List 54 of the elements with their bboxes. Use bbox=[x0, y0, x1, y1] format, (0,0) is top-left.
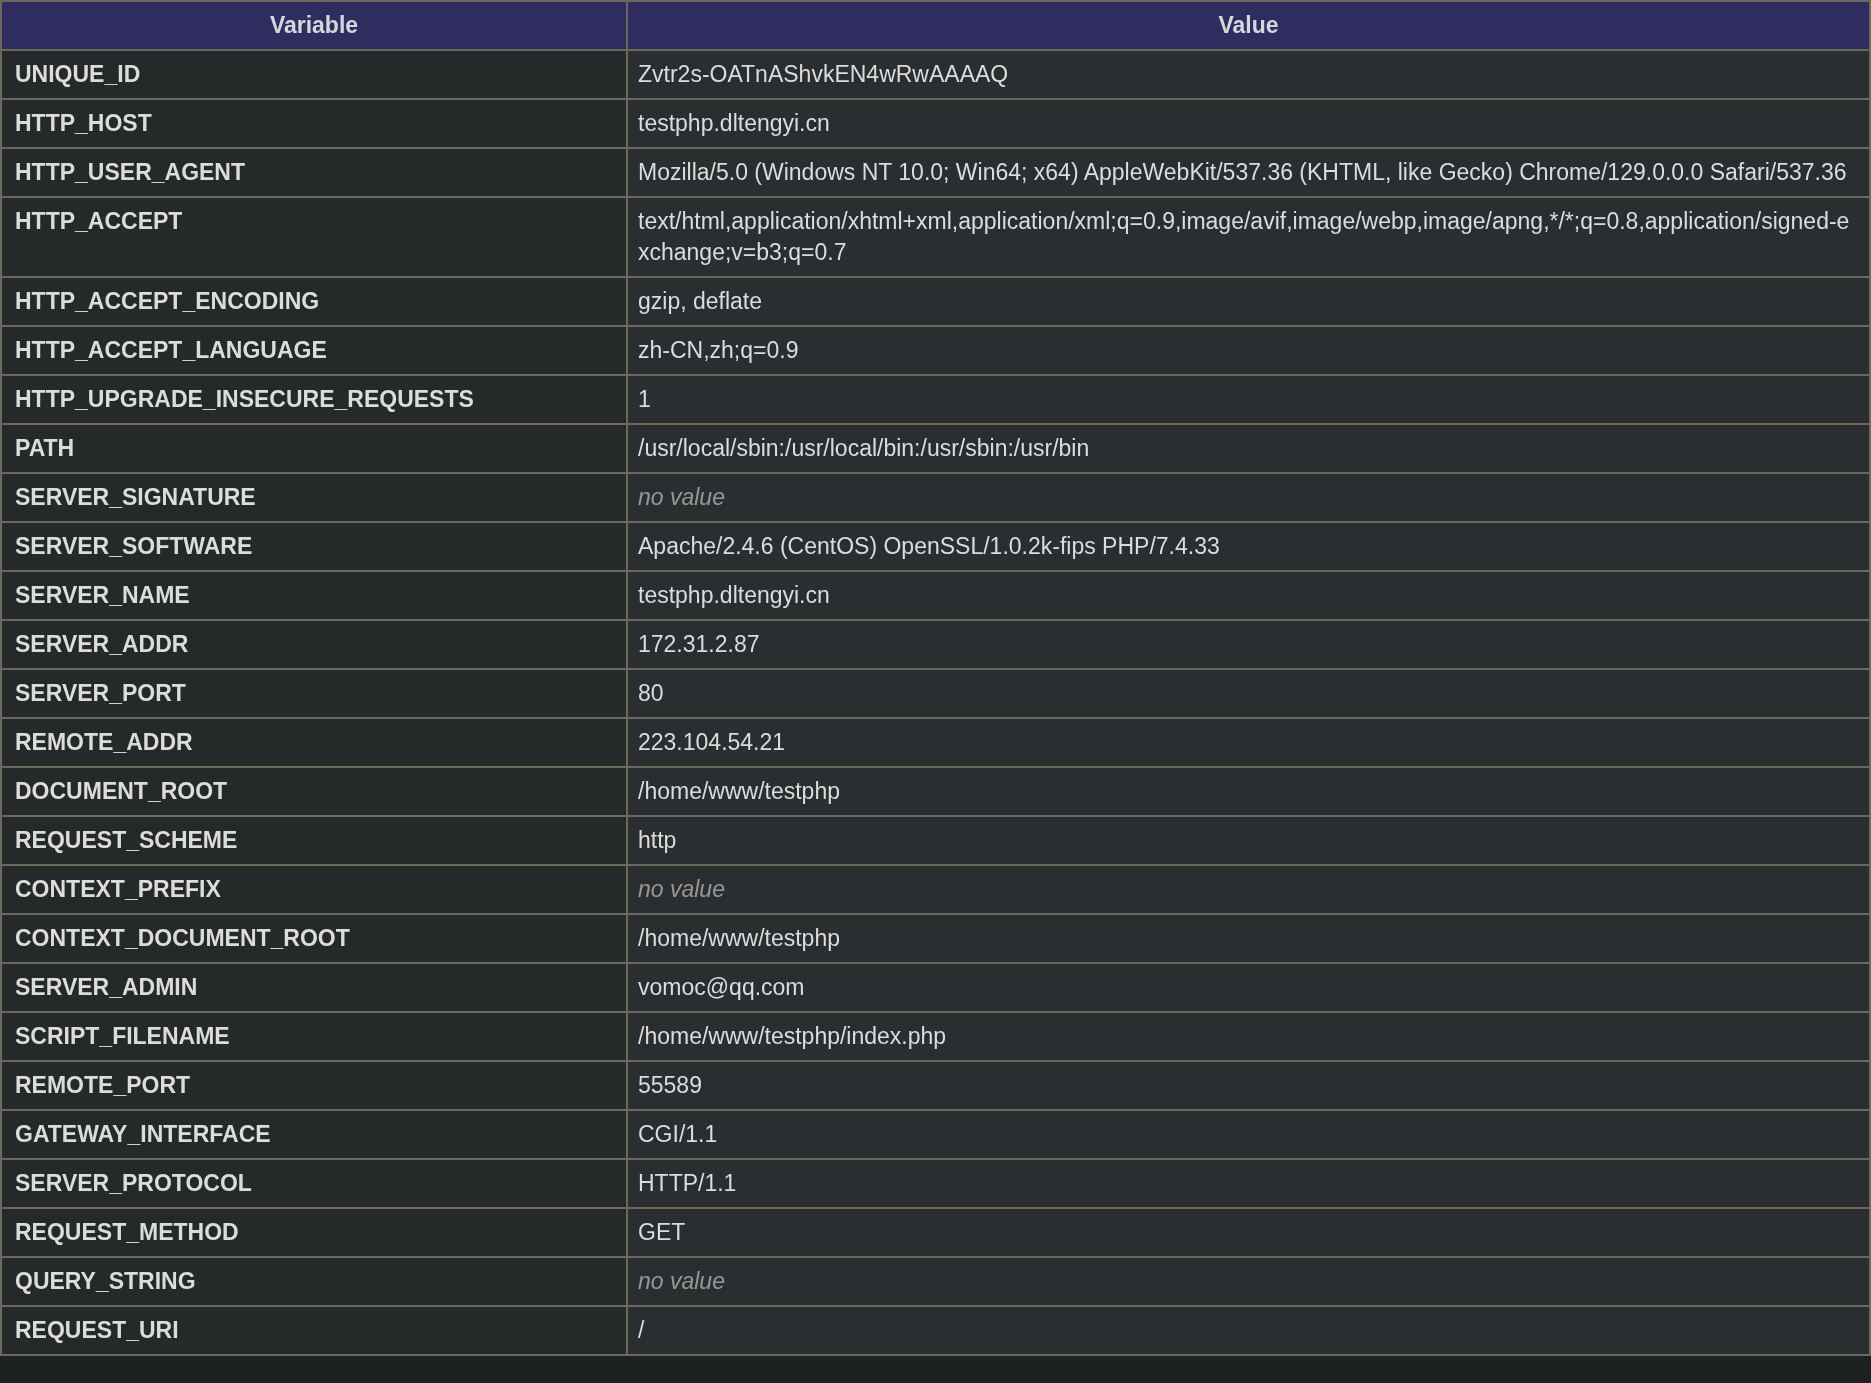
value-cell: testphp.dltengyi.cn bbox=[627, 571, 1870, 620]
variable-cell: HTTP_USER_AGENT bbox=[1, 148, 627, 197]
variable-cell: HTTP_ACCEPT bbox=[1, 197, 627, 277]
variable-cell: REMOTE_PORT bbox=[1, 1061, 627, 1110]
variable-cell: SERVER_ADMIN bbox=[1, 963, 627, 1012]
variable-cell: SERVER_SOFTWARE bbox=[1, 522, 627, 571]
value-cell: Mozilla/5.0 (Windows NT 10.0; Win64; x64) AppleWebKit/537.36 (KHTML, like Gecko) Chrome/129.0.0.0 Safari/537.36 bbox=[627, 148, 1870, 197]
value-cell: testphp.dltengyi.cn bbox=[627, 99, 1870, 148]
variable-cell: REQUEST_METHOD bbox=[1, 1208, 627, 1257]
value-cell: http bbox=[627, 816, 1870, 865]
variable-cell: QUERY_STRING bbox=[1, 1257, 627, 1306]
variable-cell: HTTP_ACCEPT_ENCODING bbox=[1, 277, 627, 326]
variable-cell: CONTEXT_DOCUMENT_ROOT bbox=[1, 914, 627, 963]
value-cell: GET bbox=[627, 1208, 1870, 1257]
variable-cell: SERVER_SIGNATURE bbox=[1, 473, 627, 522]
variable-cell: SERVER_NAME bbox=[1, 571, 627, 620]
value-cell: 1 bbox=[627, 375, 1870, 424]
variable-cell: GATEWAY_INTERFACE bbox=[1, 1110, 627, 1159]
value-cell: / bbox=[627, 1306, 1870, 1355]
variable-cell: SERVER_ADDR bbox=[1, 620, 627, 669]
column-header: Variable bbox=[1, 1, 627, 50]
column-header: Value bbox=[627, 1, 1870, 50]
value-cell: no value bbox=[627, 865, 1870, 914]
value-cell: /home/www/testphp bbox=[627, 914, 1870, 963]
value-cell: no value bbox=[627, 473, 1870, 522]
variable-cell: PATH bbox=[1, 424, 627, 473]
variable-cell: SERVER_PROTOCOL bbox=[1, 1159, 627, 1208]
value-cell: /usr/local/sbin:/usr/local/bin:/usr/sbin:/usr/bin bbox=[627, 424, 1870, 473]
variable-cell: HTTP_ACCEPT_LANGUAGE bbox=[1, 326, 627, 375]
value-cell: 172.31.2.87 bbox=[627, 620, 1870, 669]
value-cell: 80 bbox=[627, 669, 1870, 718]
variable-cell: DOCUMENT_ROOT bbox=[1, 767, 627, 816]
value-cell: gzip, deflate bbox=[627, 277, 1870, 326]
variable-cell: HTTP_HOST bbox=[1, 99, 627, 148]
value-cell: HTTP/1.1 bbox=[627, 1159, 1870, 1208]
value-cell: /home/www/testphp bbox=[627, 767, 1870, 816]
value-cell: Zvtr2s-OATnAShvkEN4wRwAAAAQ bbox=[627, 50, 1870, 99]
value-cell: no value bbox=[627, 1257, 1870, 1306]
value-cell: Apache/2.4.6 (CentOS) OpenSSL/1.0.2k-fips PHP/7.4.33 bbox=[627, 522, 1870, 571]
variable-cell: UNIQUE_ID bbox=[1, 50, 627, 99]
value-cell: zh-CN,zh;q=0.9 bbox=[627, 326, 1870, 375]
variable-cell: HTTP_UPGRADE_INSECURE_REQUESTS bbox=[1, 375, 627, 424]
variable-cell: CONTEXT_PREFIX bbox=[1, 865, 627, 914]
variable-cell: SERVER_PORT bbox=[1, 669, 627, 718]
variable-cell: REQUEST_SCHEME bbox=[1, 816, 627, 865]
value-cell: 55589 bbox=[627, 1061, 1870, 1110]
value-cell: CGI/1.1 bbox=[627, 1110, 1870, 1159]
value-cell: text/html,application/xhtml+xml,application/xml;q=0.9,image/avif,image/webp,image/apng,*/*;q=0.8,application/signed-exchange;v=b3;q=0.7 bbox=[627, 197, 1870, 277]
value-cell: vomoc@qq.com bbox=[627, 963, 1870, 1012]
value-cell: 223.104.54.21 bbox=[627, 718, 1870, 767]
variable-cell: REQUEST_URI bbox=[1, 1306, 627, 1355]
value-cell: /home/www/testphp/index.php bbox=[627, 1012, 1870, 1061]
variable-cell: REMOTE_ADDR bbox=[1, 718, 627, 767]
variable-cell: SCRIPT_FILENAME bbox=[1, 1012, 627, 1061]
